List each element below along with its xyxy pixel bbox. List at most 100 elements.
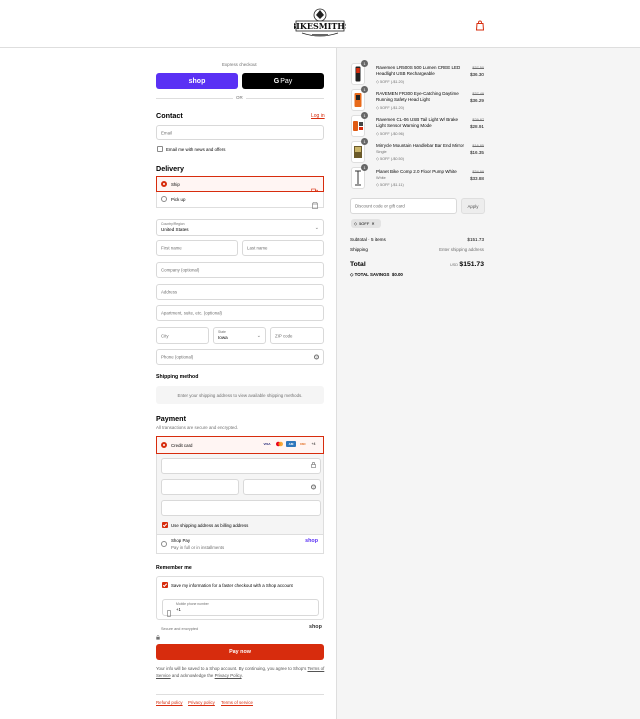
shipping-value: Enter shipping address [439, 247, 484, 252]
pickup-option[interactable]: Pick up [156, 192, 324, 209]
security-code-field[interactable]: ? [243, 479, 321, 495]
product-discount: ◇ 5OFF (-$1.20) [376, 79, 404, 84]
shop-pay-button[interactable]: shop [156, 73, 238, 89]
shop-pay-radio[interactable] [161, 541, 167, 547]
product-thumbnail: 1 [351, 138, 368, 163]
login-link[interactable]: Log in [311, 113, 325, 119]
terms-of-service-link[interactable]: Terms of service [221, 700, 253, 705]
mastercard-icon [274, 441, 284, 447]
country-label: Country/Region [161, 222, 185, 226]
visa-icon: VISA [263, 442, 271, 446]
product-old-price: $34.99 [472, 170, 484, 174]
state-select[interactable]: State Iowa ⌄ [213, 327, 266, 344]
apply-button[interactable]: Apply [461, 198, 485, 214]
credit-card-option[interactable]: Credit card VISA AM DISC +4 [156, 436, 324, 454]
country-select[interactable]: Country/Region United States ⌄ [156, 219, 324, 236]
billing-same-checkbox[interactable] [162, 522, 168, 528]
ship-label: Ship [171, 182, 180, 187]
product-name: Planet Bike Comp 2.0 Floor Pump White [376, 169, 457, 174]
shop-pay-button-label: shop [188, 77, 206, 85]
mobile-phone-icon [167, 604, 171, 622]
product-discount-text: 5OFF (-$1.20) [379, 106, 405, 110]
payment-title: Payment [156, 414, 186, 423]
bikesmiths-logo[interactable]: BIKESMITHS [289, 6, 351, 42]
remember-me-box: Save my information for a faster checkou… [156, 576, 324, 620]
pickup-radio[interactable] [161, 196, 167, 202]
apartment-field[interactable]: Apartment, suite, etc. (optional) [156, 305, 324, 321]
shipping-label: Shipping [350, 247, 368, 252]
question-icon[interactable]: ? [314, 354, 319, 360]
product-discount-text: 5OFF (-$0.96) [379, 132, 405, 136]
product-old-price: $16.85 [472, 144, 484, 148]
quantity-badge: 1 [361, 138, 368, 145]
or-label: OR [233, 95, 246, 100]
zip-placeholder: ZIP code [275, 333, 293, 338]
shop-pay-option[interactable]: Shop Pay Pay in full or in installments … [156, 534, 324, 554]
product-discount-text: 5OFF (-$1.20) [379, 80, 405, 84]
google-pay-button[interactable]: G Pay [242, 73, 324, 89]
ship-option[interactable]: Ship [156, 176, 324, 193]
product-thumbnail: 1 [351, 86, 368, 111]
product-discount: ◇ 5OFF (-$1.11) [376, 182, 404, 187]
shop-pay-logo: shop [305, 538, 318, 544]
delivery-title: Delivery [156, 164, 184, 173]
name-on-card-field[interactable] [161, 500, 321, 516]
contact-title: Contact [156, 111, 183, 120]
privacy-policy-link[interactable]: Privacy policy [188, 700, 215, 705]
amex-icon: AM [286, 441, 296, 447]
email-news-checkbox[interactable] [157, 146, 163, 152]
pay-now-button[interactable]: Pay now [156, 644, 324, 660]
expiration-field[interactable] [161, 479, 239, 495]
product-price: $36.30 [469, 72, 484, 77]
product-discount-text: 5OFF (-$1.11) [379, 183, 404, 187]
shopping-bag-icon[interactable] [475, 18, 485, 31]
lock-icon [311, 462, 316, 470]
chevron-down-icon: ⌄ [256, 332, 261, 339]
company-field[interactable]: Company (optional) [156, 262, 324, 278]
product-thumbnail: 1 [351, 112, 368, 137]
shop-privacy-link[interactable]: Privacy Policy [215, 673, 242, 678]
shop-notice-text: Your info will be saved to a Shop accoun… [156, 666, 307, 671]
quantity-badge: 1 [361, 86, 368, 93]
ship-radio[interactable] [161, 181, 167, 187]
product-price: $28.91 [469, 124, 484, 129]
product-old-price: $29.87 [472, 118, 484, 122]
total-savings-value: $0.00 [391, 272, 403, 277]
shop-notice-end: . [241, 673, 243, 678]
refund-policy-link[interactable]: Refund policy [156, 700, 183, 705]
shop-logo: shop [309, 624, 322, 630]
close-icon[interactable]: ✕ [371, 221, 374, 226]
chevron-down-icon: ⌄ [314, 224, 319, 231]
card-number-field[interactable] [161, 458, 321, 474]
mobile-phone-field[interactable]: Mobile phone number +1 [162, 599, 319, 617]
order-summary: 1 Ravemen LR500S 500 Lumen CREE LED Head… [336, 48, 640, 719]
express-checkout-label: Express checkout [222, 62, 257, 67]
country-value: United States [161, 226, 189, 232]
city-field[interactable]: City [156, 327, 209, 344]
zip-field[interactable]: ZIP code [270, 327, 324, 344]
remember-me-title: Remember me [156, 565, 192, 571]
remember-me-checkbox[interactable] [162, 582, 168, 588]
email-field[interactable]: Email [156, 125, 324, 140]
total-savings-label: TOTAL SAVINGS [354, 272, 390, 277]
product-name: Mirrycle Mountain Handlebar Bar End Mirr… [376, 143, 465, 148]
address-placeholder: Address [161, 289, 178, 295]
total-savings: ◇ TOTAL SAVINGS $0.00 [350, 272, 403, 278]
product-old-price: $37.50 [472, 66, 484, 70]
phone-field[interactable]: Phone (optional) ? [156, 349, 324, 365]
address-field[interactable]: Address [156, 284, 324, 300]
secure-lock-icon [156, 627, 160, 645]
state-label: State [218, 330, 226, 334]
credit-card-radio[interactable] [161, 442, 167, 448]
question-icon[interactable]: ? [311, 484, 316, 490]
first-name-field[interactable]: First name [156, 240, 238, 256]
product-name: RAVEMEN FR300 Eye-Catching Daytime Runni… [376, 91, 459, 103]
tag-icon: ◇ [354, 221, 358, 226]
discover-icon: DISC [300, 442, 306, 446]
apply-button-label: Apply [467, 203, 479, 209]
last-name-field[interactable]: Last name [242, 240, 324, 256]
discount-code-field[interactable]: Discount code or gift card [350, 198, 457, 214]
product-old-price: $37.49 [472, 92, 484, 96]
discount-code-placeholder: Discount code or gift card [355, 203, 405, 209]
applied-discount-code: 5OFF [359, 221, 370, 226]
